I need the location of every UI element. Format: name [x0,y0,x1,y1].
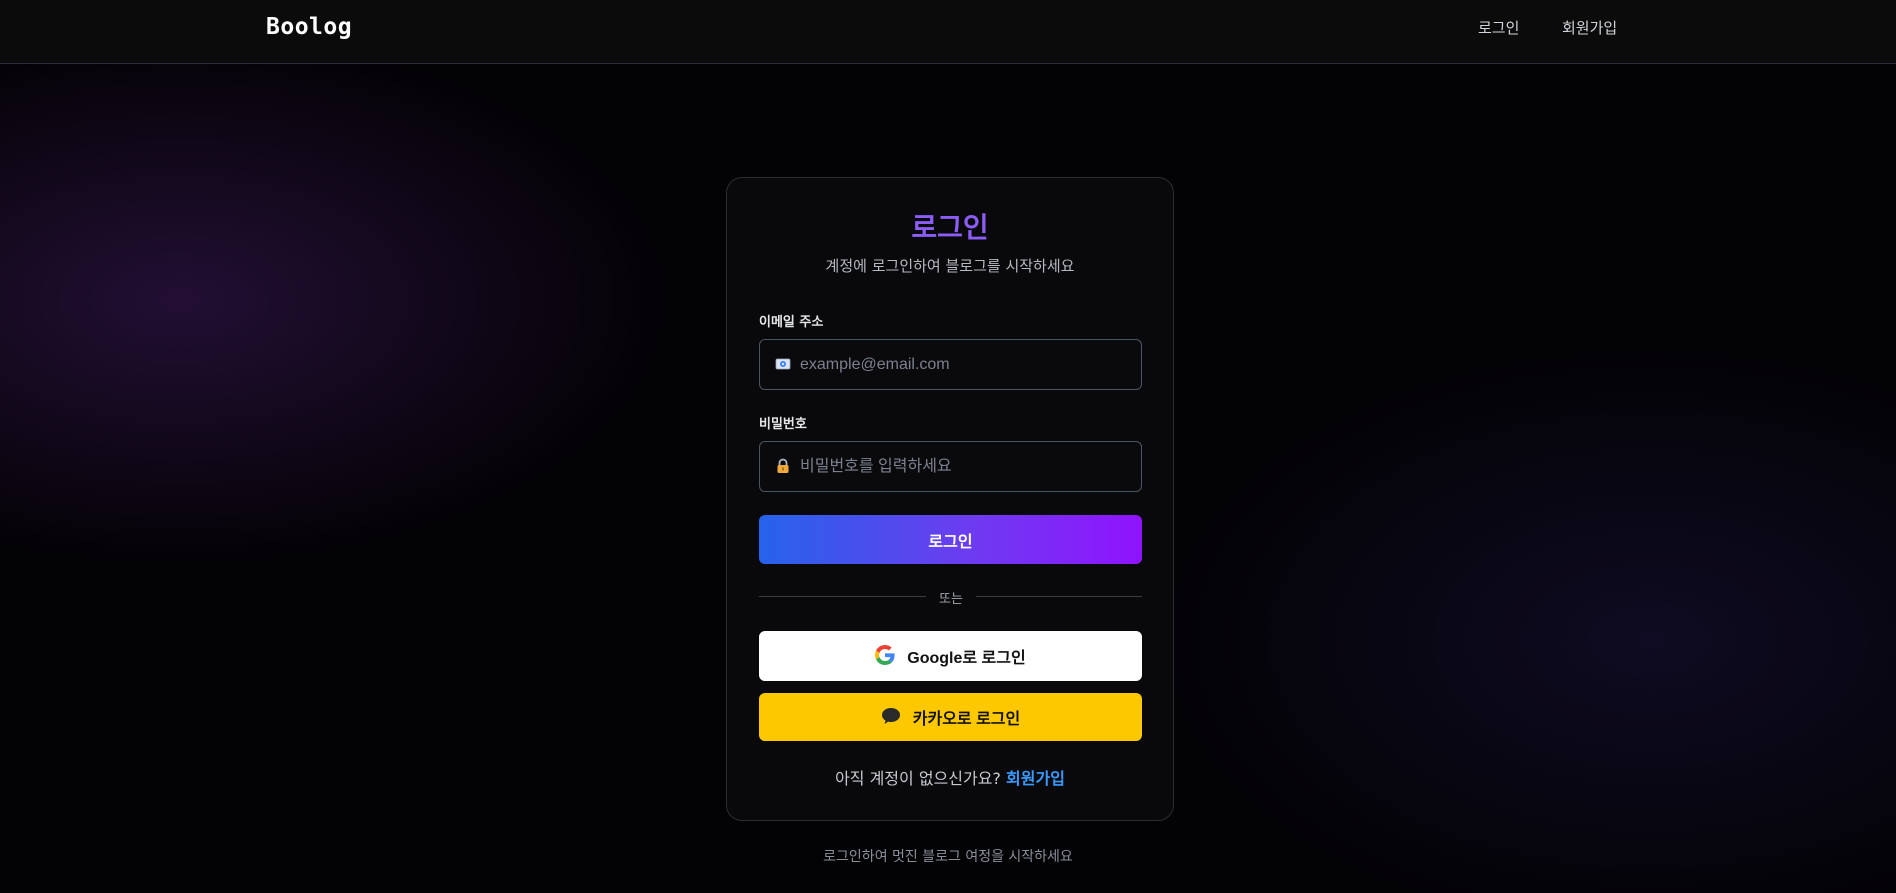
login-subtitle: 계정에 로그인하여 블로그를 시작하세요 [825,257,1075,275]
password-label: 비밀번호 [759,417,807,432]
google-login-button[interactable]: Google로 로그인 [759,631,1142,681]
password-input[interactable] [800,442,1135,491]
login-title: 로그인 [911,211,989,244]
login-card: 로그인 계정에 로그인하여 블로그를 시작하세요 이메일 주소 비밀번호 로그인… [726,177,1174,821]
nav-login-link[interactable]: 로그인 [1478,17,1519,38]
email-field-container[interactable] [759,339,1142,390]
signup-prompt-text: 아직 계정이 없으신가요? [835,769,1001,788]
speech-bubble-icon [881,707,901,728]
kakao-login-button[interactable]: 카카오로 로그인 [759,693,1142,741]
login-submit-button[interactable]: 로그인 [759,515,1142,564]
lock-icon [774,457,792,475]
google-icon [875,644,895,668]
nav-signup-link[interactable]: 회원가입 [1562,17,1617,38]
signup-prompt-row: 아직 계정이 없으신가요? 회원가입 [727,765,1173,789]
mail-icon [774,355,792,373]
kakao-login-label: 카카오로 로그인 [912,711,1021,728]
signup-link[interactable]: 회원가입 [1006,769,1065,788]
google-login-label: Google로 로그인 [907,650,1026,667]
footer-note: 로그인하여 멋진 블로그 여정을 시작하세요 [823,849,1073,865]
top-navigation-bar: Boolog 로그인 회원가입 [0,0,1896,64]
email-input[interactable] [800,340,1135,389]
email-label: 이메일 주소 [759,315,824,330]
divider-text: 또는 [939,592,963,607]
password-field-container[interactable] [759,441,1142,492]
divider-line-left [759,596,926,597]
site-logo[interactable]: Boolog [266,14,352,40]
divider-line-right [976,596,1142,597]
